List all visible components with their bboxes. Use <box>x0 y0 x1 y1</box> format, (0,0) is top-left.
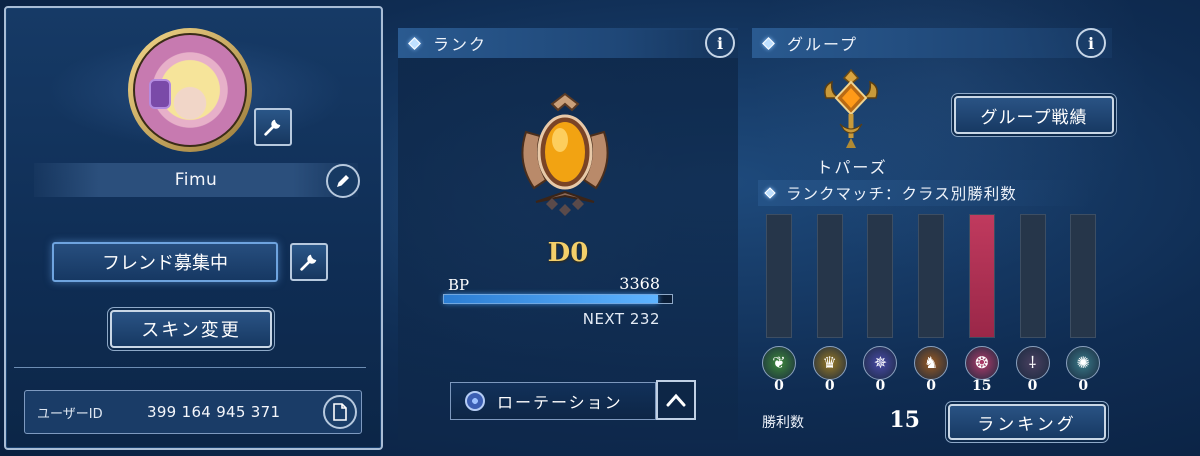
user-id-value: 399 164 945 371 <box>147 403 281 421</box>
crown-icon: ♛ <box>812 346 847 380</box>
rotation-label: ローテーション <box>497 393 623 412</box>
ranking-button[interactable]: ランキング <box>948 404 1106 440</box>
topaz-group-emblem-icon <box>824 68 878 148</box>
avatar-edit-button[interactable] <box>254 108 292 146</box>
copy-icon <box>333 403 347 421</box>
class-win-count: 0 <box>774 378 784 394</box>
group-header-title: グループ <box>787 35 859 54</box>
format-toggle-button[interactable] <box>656 380 696 420</box>
bp-label: BP <box>448 276 470 294</box>
avatar[interactable] <box>128 28 252 152</box>
class-win-bar-fill <box>969 215 994 337</box>
edit-name-button[interactable] <box>326 164 360 198</box>
player-name: Fimu <box>34 163 358 197</box>
friend-settings-button[interactable] <box>290 243 328 281</box>
class-win-count: 0 <box>926 378 936 394</box>
wrench-icon <box>300 254 317 271</box>
copy-id-button[interactable] <box>323 395 357 429</box>
info-icon: i <box>1087 33 1095 53</box>
group-info-button[interactable]: i <box>1076 28 1106 58</box>
diamond-icon <box>408 36 421 50</box>
rank-value: D0 <box>547 238 589 268</box>
class-win-count: 0 <box>824 378 835 394</box>
bone-claw-icon: ⸸ <box>1015 346 1050 380</box>
class-wins-title: ランクマッチ：クラス別勝利数 <box>786 185 1017 203</box>
change-skin-button[interactable]: スキン変更 <box>110 310 272 348</box>
class-wins-header: ランクマッチ：クラス別勝利数 <box>758 180 1090 206</box>
friend-recruit-button[interactable]: フレンド募集中 <box>52 242 278 282</box>
group-header: グループ <box>752 28 1112 58</box>
pencil-icon <box>337 175 349 187</box>
rotation-icon <box>465 391 485 411</box>
rotation-format-select[interactable]: ローテーション <box>450 382 656 420</box>
rank-info-button[interactable]: i <box>705 28 735 58</box>
divider <box>14 367 366 368</box>
chevron-up-icon <box>666 393 686 407</box>
leaf-icon: ❦ <box>762 346 796 380</box>
bp-progress-fill <box>444 295 659 303</box>
rank-header: ランク <box>398 28 738 58</box>
diamond-icon <box>764 187 776 199</box>
class-win-bar <box>1070 214 1097 338</box>
class-win-count: 0 <box>875 378 886 394</box>
class-win-bar <box>918 214 945 338</box>
avatar-image <box>133 33 247 147</box>
class-win-bar <box>766 214 792 338</box>
group-name: トパーズ <box>816 158 888 177</box>
bp-value: 3368 <box>619 274 660 293</box>
bp-progress-bar <box>443 294 673 304</box>
rank-header-title: ランク <box>433 35 488 54</box>
class-win-count: 0 <box>1078 378 1089 394</box>
class-win-bar <box>816 214 843 338</box>
rank-emblem-icon <box>521 92 609 216</box>
class-win-bar <box>968 214 995 338</box>
nature-spirit-icon: ✺ <box>1066 346 1101 380</box>
info-icon: i <box>716 33 724 53</box>
class-win-count: 0 <box>1027 378 1038 394</box>
user-id-box: ユーザーID 399 164 945 371 <box>24 390 362 434</box>
class-win-count: 15 <box>972 378 992 394</box>
wins-total: 15 <box>889 407 920 433</box>
diamond-icon <box>762 36 775 50</box>
bat-icon: ❂ <box>964 346 999 380</box>
magic-circle-icon: ✵ <box>863 346 898 380</box>
wins-label: 勝利数 <box>762 415 804 431</box>
next-rank-points: NEXT 232 <box>582 310 660 328</box>
user-id-label: ユーザーID <box>37 406 103 422</box>
dragon-icon: ♞ <box>914 346 949 380</box>
class-win-bar <box>867 214 894 338</box>
wrench-icon <box>264 119 281 136</box>
group-record-button[interactable]: グループ戦績 <box>954 96 1114 134</box>
class-win-bar <box>1019 214 1046 338</box>
